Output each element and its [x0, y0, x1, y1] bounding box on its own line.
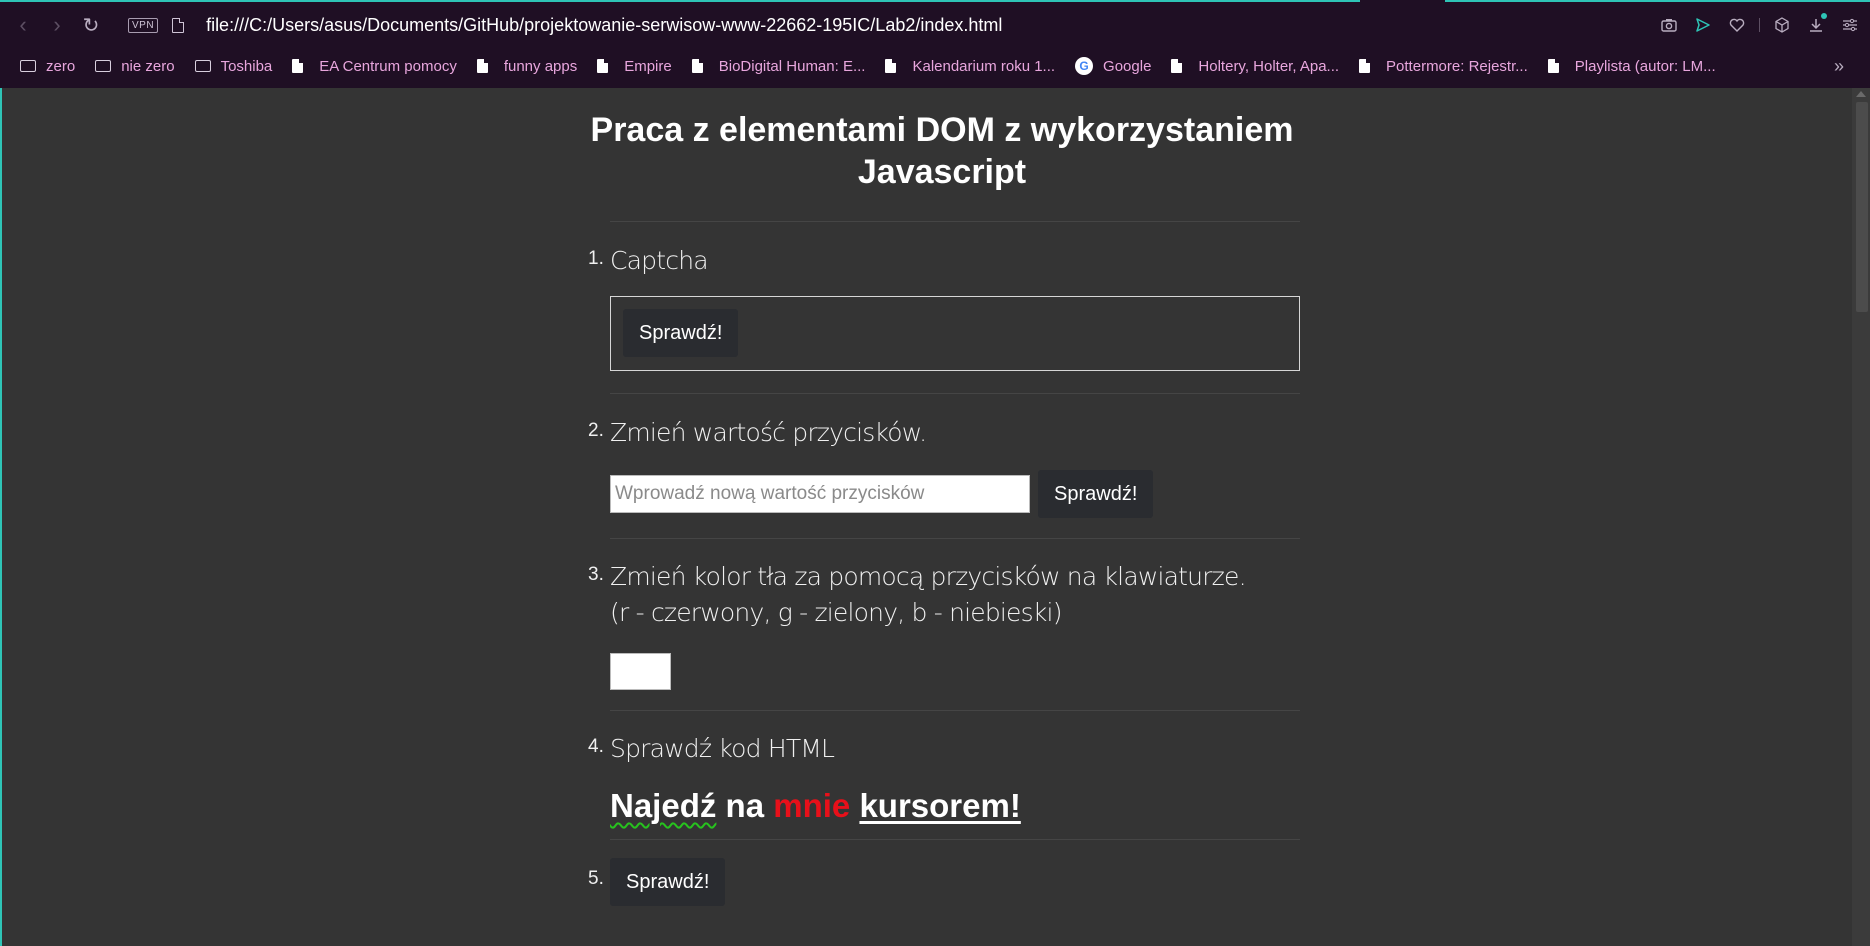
page-icon — [1359, 59, 1371, 73]
hover-word: na — [725, 787, 765, 824]
bookmark-label: zero — [46, 57, 76, 75]
bookmark-label: Empire — [624, 57, 672, 75]
section-title: Zmień wartość przycisków. — [610, 418, 927, 447]
toolbar-divider — [1759, 18, 1760, 32]
bookmark-label: Holtery, Holter, Apa... — [1198, 57, 1340, 75]
bookmark-label: Google — [1103, 57, 1152, 75]
bookmark-playlista[interactable]: Playlista (autor: LM... — [1547, 57, 1716, 75]
camera-icon[interactable] — [1657, 13, 1681, 37]
bookmark-label: funny apps — [503, 57, 578, 75]
section-number: 2. — [588, 420, 604, 441]
bookmark-pottermore[interactable]: Pottermore: Rejestr... — [1359, 58, 1528, 75]
page-icon — [1547, 59, 1559, 73]
section-captcha: 1. Captcha Sprawdź! — [582, 243, 1302, 371]
page-info-icon[interactable] — [172, 17, 185, 33]
bookmark-empire[interactable]: Empire — [597, 58, 672, 75]
section-number: 1. — [588, 248, 604, 269]
captcha-check-button[interactable]: Sprawdź! — [623, 309, 739, 357]
bookmark-label: nie zero — [121, 57, 175, 75]
section-title: Zmień kolor tła za pomocą przycisków na … — [610, 562, 1247, 591]
hover-word-underlined: kursorem! — [859, 787, 1021, 824]
folder-icon — [20, 60, 36, 72]
divider — [610, 393, 1300, 394]
main-content: Praca z elementami DOM z wykorzystaniem … — [582, 88, 1302, 906]
folder-icon — [194, 60, 211, 72]
bookmark-zero[interactable]: zero — [20, 58, 75, 75]
folder-icon — [95, 60, 112, 72]
button-value-check-button[interactable]: Sprawdź! — [1038, 470, 1154, 518]
bookmark-label: Playlista (autor: LM... — [1574, 57, 1716, 75]
section-subtitle: (r - czerwony, g - zielony, b - niebiesk… — [610, 598, 1062, 627]
page-icon — [691, 59, 703, 73]
bookmark-funny-apps[interactable]: funny apps — [476, 57, 578, 75]
section-title: Captcha — [610, 246, 709, 275]
google-icon: G — [1075, 57, 1094, 75]
section-number: 3. — [588, 564, 604, 585]
scroll-up-icon[interactable] — [1856, 91, 1866, 97]
browser-chrome: ‹ › ↻ VPN file:///C:/Users/asus/Document… — [0, 0, 1870, 88]
forward-icon[interactable]: › — [40, 8, 74, 42]
section-title: Sprawdź kod HTML — [610, 734, 835, 763]
bookmark-nie-zero[interactable]: nie zero — [95, 57, 175, 75]
bookmark-toshiba[interactable]: Toshiba — [194, 57, 273, 75]
address-bar: ‹ › ↻ VPN file:///C:/Users/asus/Document… — [0, 2, 1870, 48]
button-value-input[interactable] — [610, 475, 1030, 513]
url-field[interactable]: file:///C:/Users/asus/Documents/GitHub/p… — [206, 15, 1002, 36]
chevron-double-right-icon[interactable]: » — [1834, 48, 1844, 84]
page-title: Praca z elementami DOM z wykorzystaniem … — [590, 111, 1294, 191]
page-scrollbar[interactable] — [1852, 88, 1870, 946]
vpn-badge[interactable]: VPN — [128, 17, 159, 33]
bookmark-holtery[interactable]: Holtery, Holter, Apa... — [1171, 58, 1339, 75]
page-icon — [885, 59, 897, 73]
section-five: 5. Sprawdź! — [582, 858, 1302, 906]
bookmark-label: Pottermore: Rejestr... — [1386, 57, 1528, 75]
page-icon — [1171, 59, 1183, 73]
divider — [610, 839, 1300, 840]
send-icon[interactable] — [1691, 13, 1715, 37]
bookmark-label: EA Centrum pomocy — [319, 57, 457, 75]
hover-word-highlight: mnie — [773, 787, 851, 824]
bookmark-label: Kalendarium roku 1... — [912, 57, 1056, 75]
bookmark-ea-centrum-pomocy[interactable]: EA Centrum pomocy — [292, 58, 457, 75]
divider — [610, 538, 1300, 539]
page-icon — [292, 59, 304, 73]
bookmark-kalendarium[interactable]: Kalendarium roku 1... — [885, 58, 1055, 75]
section-html-code: 4. Sprawdź kod HTML Najedź na mnie kurso… — [582, 731, 1302, 825]
heart-icon[interactable] — [1725, 13, 1749, 37]
back-icon[interactable]: ‹ — [6, 8, 40, 42]
section-background-color: 3. Zmień kolor tła za pomocą przycisków … — [582, 559, 1302, 690]
page-icon — [476, 59, 488, 73]
bookmark-label: BioDigital Human: E... — [718, 57, 866, 75]
divider — [610, 710, 1300, 711]
cube-icon[interactable] — [1770, 13, 1794, 37]
section-button-value: 2. Zmień wartość przycisków. Sprawdź! — [582, 415, 1302, 518]
hover-text[interactable]: Najedź na mnie kursorem! — [610, 787, 1302, 825]
reload-icon[interactable]: ↻ — [74, 8, 108, 42]
page-icon — [597, 59, 609, 73]
download-icon[interactable] — [1804, 13, 1828, 37]
color-preview-box[interactable] — [610, 653, 671, 690]
scrollbar-thumb[interactable] — [1856, 102, 1868, 312]
easy-setup-icon[interactable] — [1838, 13, 1862, 37]
section-number: 4. — [588, 736, 604, 757]
divider — [610, 221, 1300, 222]
bookmark-label: Toshiba — [220, 57, 273, 75]
captcha-box: Sprawdź! — [610, 296, 1300, 371]
bookmarks-bar: zero nie zero Toshiba EA Centrum pomocy … — [0, 48, 1870, 84]
bookmark-biodigital[interactable]: BioDigital Human: E... — [691, 57, 866, 75]
bookmark-google[interactable]: G Google — [1075, 57, 1151, 75]
section-five-check-button[interactable]: Sprawdź! — [610, 858, 726, 906]
section-number: 5. — [588, 868, 604, 889]
page-viewport: Praca z elementami DOM z wykorzystaniem … — [0, 88, 1852, 946]
hover-word: Najedź — [610, 787, 717, 824]
